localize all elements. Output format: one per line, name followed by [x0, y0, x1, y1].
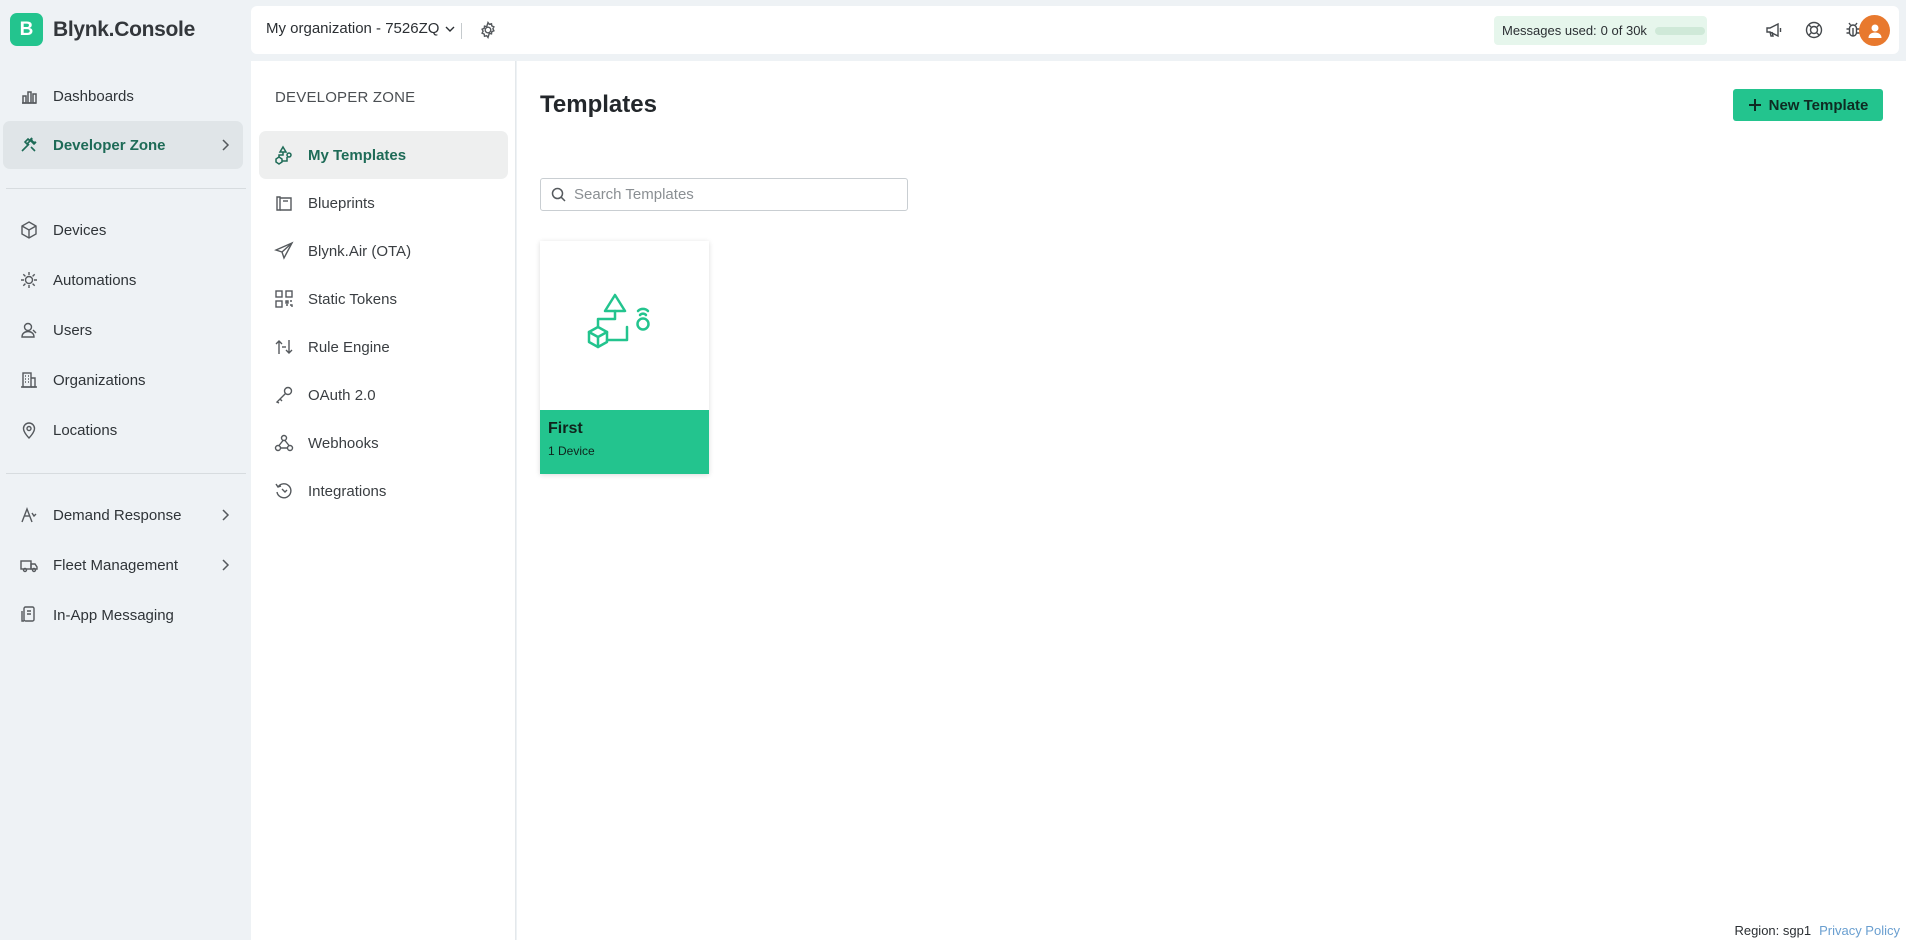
- subnav-item-integrations[interactable]: Integrations: [259, 467, 508, 515]
- subnav-label: Integrations: [308, 482, 387, 500]
- messages-value: 0 of 30k: [1600, 23, 1647, 38]
- subnav-item-blueprints[interactable]: Blueprints: [259, 179, 508, 227]
- building-icon: [21, 372, 37, 388]
- nav-item-locations[interactable]: Locations: [3, 406, 243, 454]
- template-card-footer: First 1 Device: [540, 410, 709, 474]
- subnav-item-webhooks[interactable]: Webhooks: [259, 419, 508, 467]
- nav-item-developer-zone[interactable]: Developer Zone: [3, 121, 243, 169]
- search-input[interactable]: [574, 186, 894, 203]
- top-bar: My organization - 7526ZQ Messages used: …: [251, 6, 1899, 54]
- new-template-label: New Template: [1768, 96, 1869, 114]
- rule-engine-icon: [275, 340, 293, 354]
- nav-item-fleet-management[interactable]: Fleet Management: [3, 541, 243, 589]
- logo-mark: B: [10, 13, 43, 46]
- footer: Region: sgp1 Privacy Policy: [1734, 923, 1900, 938]
- user-icon: [1868, 24, 1881, 38]
- tools-icon: [21, 137, 37, 152]
- template-illustration: [540, 241, 709, 410]
- truck-icon: [20, 560, 38, 573]
- cube-icon: [21, 221, 37, 239]
- paper-plane-icon: [274, 241, 294, 260]
- main-content: Templates New Template First 1 Device: [517, 61, 1906, 940]
- message-icon: [21, 606, 35, 622]
- subnav-item-static-tokens[interactable]: Static Tokens: [259, 275, 508, 323]
- app-logo[interactable]: B Blynk.Console: [10, 13, 195, 46]
- megaphone-icon[interactable]: [1764, 20, 1784, 40]
- subnav-item-blynk-air[interactable]: Blynk.Air (OTA): [259, 227, 508, 275]
- integrations-icon: [275, 483, 292, 499]
- divider: [461, 23, 462, 39]
- nav-label: Automations: [53, 271, 137, 289]
- nav-label: Locations: [53, 421, 118, 439]
- qr-code-icon: [275, 290, 293, 308]
- nav-item-users[interactable]: Users: [3, 306, 243, 354]
- chart-icon: [22, 91, 37, 104]
- org-switcher[interactable]: My organization - 7526ZQ: [266, 20, 456, 37]
- plus-icon: [1748, 99, 1761, 111]
- template-name: First: [548, 420, 583, 437]
- messages-progress: [1654, 26, 1705, 35]
- demand-response-icon: [21, 507, 37, 523]
- org-name: My organization - 7526ZQ: [266, 20, 440, 37]
- nav-divider: [6, 188, 246, 189]
- key-icon: [275, 386, 293, 404]
- nav-item-in-app-messaging[interactable]: In-App Messaging: [3, 591, 243, 639]
- region-label: Region: sgp1: [1734, 923, 1812, 938]
- subnav-item-rule-engine[interactable]: Rule Engine: [259, 323, 508, 371]
- nav-label: Organizations: [53, 371, 146, 389]
- automation-icon: [21, 272, 37, 288]
- nav-label: Devices: [53, 221, 107, 239]
- location-pin-icon: [22, 422, 36, 439]
- template-device-count: 1 Device: [548, 444, 595, 458]
- users-icon: [21, 322, 37, 338]
- user-avatar[interactable]: [1859, 15, 1890, 46]
- messages-usage[interactable]: Messages used: 0 of 30k: [1494, 16, 1707, 45]
- nav-item-automations[interactable]: Automations: [3, 256, 243, 304]
- page-title: Templates: [540, 91, 657, 118]
- nav-item-organizations[interactable]: Organizations: [3, 356, 243, 404]
- nav-label: Developer Zone: [53, 136, 166, 154]
- privacy-policy-link[interactable]: Privacy Policy: [1819, 923, 1900, 938]
- subnav-label: OAuth 2.0: [308, 386, 376, 404]
- subnav-label: Static Tokens: [308, 290, 397, 308]
- search-box: [540, 178, 908, 211]
- chevron-down-icon: [445, 26, 455, 32]
- nav-label: Users: [53, 321, 93, 339]
- chevron-right-icon: [222, 509, 230, 521]
- subnav-label: Blynk.Air (OTA): [308, 242, 412, 260]
- nav-item-demand-response[interactable]: Demand Response: [3, 491, 243, 539]
- help-lifebuoy-icon[interactable]: [1804, 20, 1824, 40]
- subnav-label: My Templates: [308, 146, 407, 164]
- subnav-label: Webhooks: [308, 434, 379, 452]
- template-device-icon: [587, 293, 650, 348]
- developer-zone-panel: DEVELOPER ZONE My Templates Blueprints B…: [251, 61, 516, 940]
- nav-item-dashboards[interactable]: Dashboards: [3, 72, 243, 120]
- templates-icon: [275, 145, 292, 165]
- nav-label: In-App Messaging: [53, 606, 174, 624]
- blueprint-icon: [276, 196, 292, 211]
- nav-label: Fleet Management: [53, 556, 179, 574]
- nav-item-devices[interactable]: Devices: [3, 206, 243, 254]
- subnav-item-oauth[interactable]: OAuth 2.0: [259, 371, 508, 419]
- search-icon: [551, 187, 566, 202]
- nav-divider: [6, 473, 246, 474]
- chevron-right-icon: [222, 559, 230, 571]
- new-template-button[interactable]: New Template: [1733, 89, 1883, 121]
- webhook-icon: [274, 434, 294, 452]
- subnav-label: Rule Engine: [308, 338, 390, 356]
- gear-icon[interactable]: [478, 20, 498, 40]
- subnav-label: Blueprints: [308, 194, 375, 212]
- nav-label: Demand Response: [53, 506, 182, 524]
- messages-label: Messages used:: [1502, 23, 1597, 38]
- nav-label: Dashboards: [53, 87, 134, 105]
- app-name: Blynk.Console: [53, 17, 195, 41]
- chevron-right-icon: [222, 139, 230, 151]
- subnav-item-my-templates[interactable]: My Templates: [259, 131, 508, 179]
- template-card[interactable]: First 1 Device: [540, 241, 709, 474]
- panel-title: DEVELOPER ZONE: [275, 89, 416, 106]
